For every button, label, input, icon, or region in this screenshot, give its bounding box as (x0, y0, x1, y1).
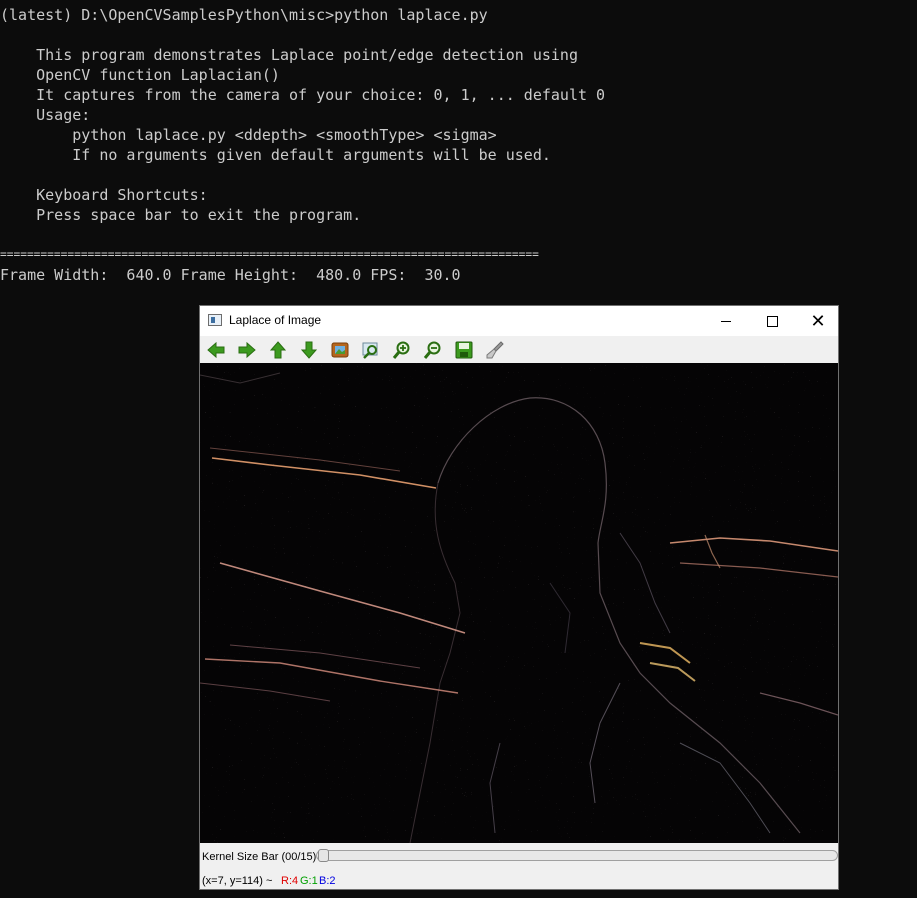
minimize-icon (721, 320, 731, 322)
window-title: Laplace of Image (229, 313, 322, 327)
zoom-original-button[interactable] (359, 338, 383, 362)
laplace-edge-image (200, 363, 838, 843)
console-line-description: This program demonstrates Laplace point/… (0, 46, 578, 64)
zoom-out-button[interactable] (421, 338, 445, 362)
console-line-usage: Usage: (0, 106, 91, 124)
maximize-icon (766, 315, 778, 327)
kernel-size-trackbar[interactable] (316, 850, 838, 861)
close-icon: ✕ (810, 311, 826, 331)
maximize-button[interactable] (749, 306, 795, 336)
status-coordinates: (x=7, y=114) ~ (202, 875, 273, 887)
console-line-function: OpenCV function Laplacian() (0, 66, 280, 84)
zoom-in-button[interactable] (390, 338, 414, 362)
zoom-in-icon (392, 341, 410, 359)
kernel-size-label: Kernel Size Bar (00/15) (202, 851, 317, 863)
console-line-separator: ========================================… (0, 248, 539, 261)
status-bar: (x=7, y=114) ~ R:4 G:1 B:2 (200, 872, 838, 889)
app-icon (208, 314, 222, 326)
arrow-right-icon (238, 341, 256, 359)
console-line-frame-info: Frame Width: 640.0 Frame Height: 480.0 F… (0, 266, 461, 284)
status-green-value: G:1 (300, 875, 318, 887)
console-line-space-bar: Press space bar to exit the program. (0, 206, 362, 224)
laplace-image-window: Laplace of Image ✕ Kernel Size Bar (00/1… (199, 305, 839, 890)
status-red-value: R:4 (281, 875, 299, 887)
pan-right-button[interactable] (235, 338, 259, 362)
zoom-out-icon (423, 341, 441, 359)
console-line-usage-command: python laplace.py <ddepth> <smoothType> … (0, 126, 497, 144)
properties-button[interactable] (483, 338, 507, 362)
pan-down-button[interactable] (297, 338, 321, 362)
window-titlebar[interactable]: Laplace of Image ✕ (200, 306, 838, 336)
zoom-fit-button[interactable] (328, 338, 352, 362)
save-button[interactable] (452, 338, 476, 362)
status-blue-value: B:2 (319, 875, 336, 887)
pan-up-button[interactable] (266, 338, 290, 362)
console-line-prompt: (latest) D:\OpenCVSamplesPython\misc>pyt… (0, 6, 488, 24)
properties-icon (486, 341, 504, 359)
kernel-size-trackbar-row: Kernel Size Bar (00/15) (200, 846, 838, 869)
console-line-usage-default: If no arguments given default arguments … (0, 146, 551, 164)
zoom-original-icon (362, 342, 378, 359)
minimize-button[interactable] (703, 306, 749, 336)
kernel-size-slider-handle[interactable] (318, 849, 329, 862)
save-icon (455, 341, 473, 359)
arrow-up-icon (269, 341, 287, 359)
arrow-down-icon (300, 341, 318, 359)
console-line-camera: It captures from the camera of your choi… (0, 86, 606, 104)
arrow-left-icon (207, 341, 225, 359)
laplace-image[interactable] (200, 363, 838, 843)
pan-left-button[interactable] (204, 338, 228, 362)
close-button[interactable]: ✕ (795, 306, 841, 336)
toolbar (200, 336, 838, 363)
zoom-fit-icon (331, 342, 349, 358)
console-line-shortcuts: Keyboard Shortcuts: (0, 186, 208, 204)
